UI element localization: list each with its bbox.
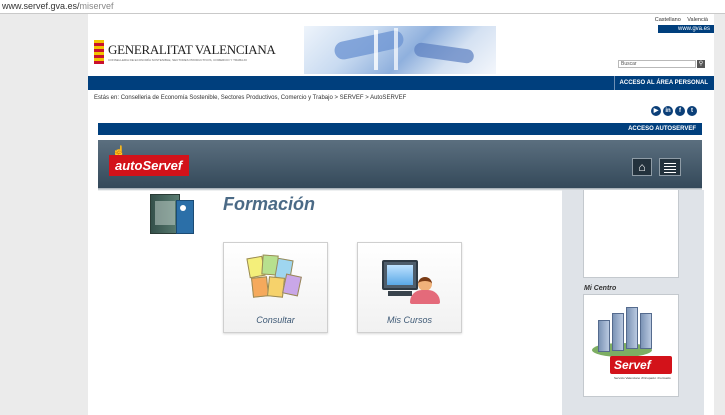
- menu-button[interactable]: [659, 158, 681, 176]
- generalitat-logo[interactable]: GENERALITAT VALENCIANA CONSELLERIA DE EC…: [94, 40, 276, 68]
- mi-centro-box[interactable]: Servef Servicio Valenciano d'Ocupació i …: [583, 294, 679, 397]
- consultar-card[interactable]: Consultar: [223, 242, 328, 333]
- area-personal-link[interactable]: ACCESO AL ÁREA PERSONAL: [613, 76, 708, 90]
- servef-subtitle: Servicio Valenciano d'Ocupació i Formaci…: [614, 376, 671, 380]
- servef-logo: Servef: [610, 356, 672, 374]
- language-links: Castellano Valencià: [650, 17, 708, 23]
- consultar-label: Consultar: [256, 315, 295, 325]
- breadcrumb-conselleria[interactable]: Conselleria de Economía Sostenible, Sect…: [121, 95, 333, 101]
- coat-of-arms-icon: [94, 40, 104, 64]
- top-nav-bar: ACCESO AL ÁREA PERSONAL: [88, 76, 714, 90]
- header-photo: [304, 26, 496, 74]
- autoservef-logo[interactable]: autoServef: [109, 155, 189, 176]
- logo-title: GENERALITAT VALENCIANA: [108, 42, 276, 57]
- gva-link[interactable]: www.gva.es: [658, 25, 714, 33]
- autoservef-app-bar: ☝ autoServef ⌂: [98, 140, 702, 191]
- url-path: miservef: [79, 1, 114, 11]
- social-links: ▶ in f t: [649, 99, 697, 117]
- address-bar[interactable]: www.servef.gva.es/miservef: [0, 0, 725, 14]
- breadcrumb-servef[interactable]: SERVEF: [340, 95, 364, 101]
- breadcrumb-sep: >: [334, 95, 338, 101]
- site-header: GENERALITAT VALENCIANA CONSELLERIA DE EC…: [88, 14, 714, 76]
- sidebar-box: [583, 190, 679, 278]
- breadcrumb-sep: >: [365, 95, 369, 101]
- home-button[interactable]: ⌂: [632, 158, 652, 176]
- twitter-icon[interactable]: t: [687, 106, 697, 116]
- acceso-autoservef-link[interactable]: ACCESO AUTOSERVEF: [628, 123, 696, 135]
- mis-cursos-card[interactable]: Mis Cursos: [357, 242, 462, 333]
- page-title: Formación: [223, 194, 316, 214]
- search-input[interactable]: Buscar: [618, 60, 696, 68]
- breadcrumb-prefix: Estás en:: [94, 95, 120, 101]
- search-icon[interactable]: ⚲: [697, 60, 705, 68]
- autoservef-bar: ACCESO AUTOSERVEF: [98, 123, 702, 135]
- youtube-icon[interactable]: ▶: [651, 106, 661, 116]
- url-domain: www.servef.gva.es/: [2, 1, 80, 11]
- lang-castellano-link[interactable]: Castellano: [655, 17, 681, 23]
- linkedin-icon[interactable]: in: [663, 106, 673, 116]
- breadcrumb-autoservef[interactable]: AutoSERVEF: [370, 95, 406, 101]
- books-icon: [150, 192, 194, 234]
- logo-subtitle: CONSELLERIA DE ECONOMÍA SOSTENIBLE, SECT…: [108, 58, 247, 62]
- page: GENERALITAT VALENCIANA CONSELLERIA DE EC…: [88, 14, 714, 415]
- mis-cursos-label: Mis Cursos: [386, 315, 432, 325]
- lang-valencia-link[interactable]: Valencià: [687, 17, 708, 23]
- facebook-icon[interactable]: f: [675, 106, 685, 116]
- mi-centro-heading: Mi Centro: [584, 285, 617, 292]
- breadcrumb: Estás en: Conselleria de Economía Sosten…: [94, 95, 406, 101]
